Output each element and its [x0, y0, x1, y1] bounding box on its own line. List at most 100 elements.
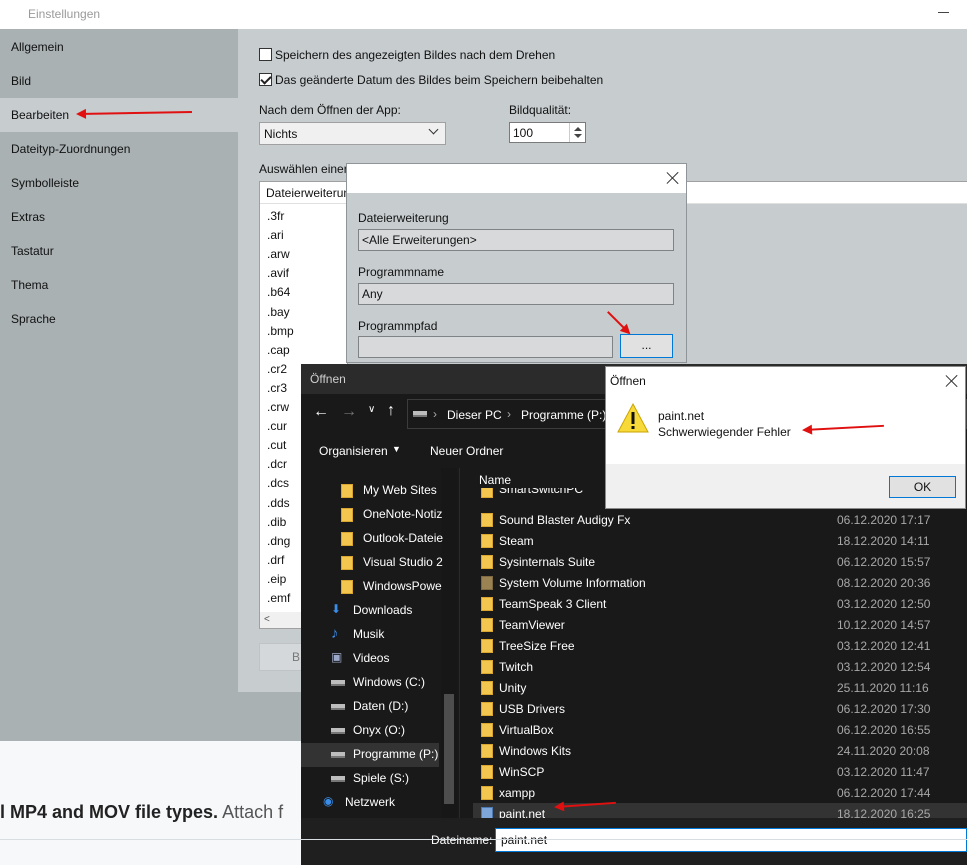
- save-rotated-checkbox[interactable]: [259, 48, 272, 61]
- file-name: Sound Blaster Audigy Fx: [499, 513, 631, 527]
- extension-row[interactable]: .dng: [267, 534, 290, 548]
- file-row[interactable]: Sysinternals Suite 06.12.2020 15:57: [473, 551, 967, 572]
- nav-item[interactable]: Programme (P:): [301, 743, 439, 767]
- sidebar-item-tastatur[interactable]: Tastatur: [0, 234, 238, 268]
- up-arrow-icon[interactable]: ↑: [387, 402, 395, 420]
- scroll-left-icon[interactable]: <: [264, 614, 270, 625]
- nav-item-label: Onyx (O:): [353, 723, 406, 737]
- extension-row[interactable]: .drf: [267, 553, 284, 567]
- extension-row[interactable]: .dcr: [267, 457, 287, 471]
- file-row[interactable]: Twitch 03.12.2020 12:54: [473, 656, 967, 677]
- ext-field[interactable]: <Alle Erweiterungen>: [358, 229, 674, 251]
- nav-item[interactable]: OneNote-Notiz: [341, 503, 442, 527]
- extension-row[interactable]: .cut: [267, 438, 286, 452]
- browse-button[interactable]: ...: [620, 334, 673, 358]
- drive-icon: [331, 776, 345, 782]
- spin-up-icon[interactable]: [574, 127, 582, 131]
- sidebar-item-thema[interactable]: Thema: [0, 268, 238, 302]
- file-row[interactable]: Steam 18.12.2020 14:11: [473, 530, 967, 551]
- extension-row[interactable]: .ari: [267, 228, 284, 242]
- file-row[interactable]: TeamViewer 10.12.2020 14:57: [473, 614, 967, 635]
- extension-row[interactable]: .cr3: [267, 381, 287, 395]
- file-row[interactable]: Unity 25.11.2020 11:16: [473, 677, 967, 698]
- quality-value: 100: [513, 126, 534, 140]
- extension-row[interactable]: .bay: [267, 305, 290, 319]
- after-open-value: Nichts: [264, 127, 298, 141]
- extension-row[interactable]: .arw: [267, 247, 290, 261]
- breadcrumb-programme[interactable]: Programme (P:): [521, 408, 606, 422]
- column-header-name[interactable]: Name: [479, 473, 511, 487]
- extension-row[interactable]: .dib: [267, 515, 286, 529]
- keep-date-checkbox[interactable]: [259, 73, 272, 86]
- extension-row[interactable]: .cap: [267, 343, 290, 357]
- file-row[interactable]: Windows Kits 24.11.2020 20:08: [473, 740, 967, 761]
- folder-icon: [481, 618, 493, 632]
- close-icon[interactable]: [666, 171, 680, 185]
- extension-row[interactable]: .cr2: [267, 362, 287, 376]
- program-path-field[interactable]: [358, 336, 613, 358]
- file-row[interactable]: USB Drivers 06.12.2020 17:30: [473, 698, 967, 719]
- breadcrumb-this-pc[interactable]: Dieser PC: [447, 408, 502, 422]
- nav-item[interactable]: Spiele (S:): [331, 767, 439, 791]
- extension-row[interactable]: .crw: [267, 400, 289, 414]
- nav-item[interactable]: ▣ Videos: [331, 647, 439, 671]
- nav-item[interactable]: ♪ Musik: [331, 623, 439, 647]
- extension-row[interactable]: .b64: [267, 285, 290, 299]
- extension-row[interactable]: .avif: [267, 266, 289, 280]
- nav-item[interactable]: Onyx (O:): [331, 719, 439, 743]
- sidebar-item-bearbeiten[interactable]: Bearbeiten: [0, 98, 238, 132]
- file-row[interactable]: Sound Blaster Audigy Fx 06.12.2020 17:17: [473, 509, 967, 530]
- nav-item-label: Visual Studio 2: [363, 555, 443, 569]
- error-box-title: Öffnen: [610, 374, 646, 388]
- sidebar-item-allgemein[interactable]: Allgemein: [0, 30, 238, 64]
- back-arrow-icon[interactable]: ←: [313, 403, 329, 421]
- ghost-button[interactable]: B: [259, 643, 304, 671]
- file-name: Unity: [499, 681, 527, 695]
- forward-arrow-icon[interactable]: →: [341, 403, 357, 421]
- nav-scrollbar-thumb[interactable]: [444, 694, 454, 804]
- extension-row[interactable]: .dcs: [267, 476, 289, 490]
- file-row[interactable]: TeamSpeak 3 Client 03.12.2020 12:50: [473, 593, 967, 614]
- extension-row[interactable]: .dds: [267, 496, 290, 510]
- after-open-select[interactable]: Nichts: [259, 122, 446, 145]
- file-row[interactable]: WinSCP 03.12.2020 11:47: [473, 761, 967, 782]
- nav-item[interactable]: WindowsPowe: [341, 575, 442, 599]
- sidebar-item-symbolleiste[interactable]: Symbolleiste: [0, 166, 238, 200]
- file-row[interactable]: System Volume Information 08.12.2020 20:3…: [473, 572, 967, 593]
- spin-down-icon[interactable]: [574, 134, 582, 138]
- program-name-field[interactable]: Any: [358, 283, 674, 305]
- sidebar-item-sprache[interactable]: Sprache: [0, 302, 238, 336]
- nav-item[interactable]: Daten (D:): [331, 695, 439, 719]
- file-row[interactable]: xampp 06.12.2020 17:44: [473, 782, 967, 803]
- music-icon: ♪: [331, 625, 339, 642]
- chevron-down-icon[interactable]: ∨: [368, 404, 375, 415]
- sidebar-item-extras[interactable]: Extras: [0, 200, 238, 234]
- extension-row[interactable]: .bmp: [267, 324, 294, 338]
- pane-divider[interactable]: [459, 468, 460, 818]
- minimize-icon[interactable]: [938, 12, 949, 13]
- nav-item[interactable]: Outlook-Dateie: [341, 527, 443, 551]
- file-row[interactable]: TreeSize Free 03.12.2020 12:41: [473, 635, 967, 656]
- folder-icon: [481, 786, 493, 800]
- nav-item[interactable]: My Web Sites: [341, 479, 439, 503]
- sidebar-item-bild[interactable]: Bild: [0, 64, 238, 98]
- dropdown-arrow-icon[interactable]: ▼: [392, 444, 401, 454]
- nav-item-label: Spiele (S:): [353, 771, 410, 785]
- extension-row[interactable]: .eip: [267, 572, 286, 586]
- extension-row[interactable]: .cur: [267, 419, 287, 433]
- nav-item[interactable]: ⬇ Downloads: [331, 599, 439, 623]
- ok-button[interactable]: OK: [889, 476, 956, 498]
- filename-input[interactable]: paint.net: [495, 828, 967, 852]
- organize-button[interactable]: Organisieren: [319, 444, 388, 458]
- nav-item[interactable]: ◉ Netzwerk: [323, 791, 439, 815]
- ext-column-header[interactable]: Dateierweiterung: [260, 182, 347, 204]
- nav-item[interactable]: Visual Studio 2: [341, 551, 443, 575]
- quality-stepper[interactable]: [569, 123, 585, 142]
- extension-row[interactable]: .emf: [267, 591, 290, 605]
- new-folder-button[interactable]: Neuer Ordner: [430, 444, 503, 458]
- extension-row[interactable]: .3fr: [267, 209, 284, 223]
- nav-item[interactable]: Windows (C:): [331, 671, 439, 695]
- sidebar-item-dateityp-zuordnungen[interactable]: Dateityp-Zuordnungen: [0, 132, 238, 166]
- close-icon[interactable]: [945, 374, 959, 388]
- file-row[interactable]: VirtualBox 06.12.2020 16:55: [473, 719, 967, 740]
